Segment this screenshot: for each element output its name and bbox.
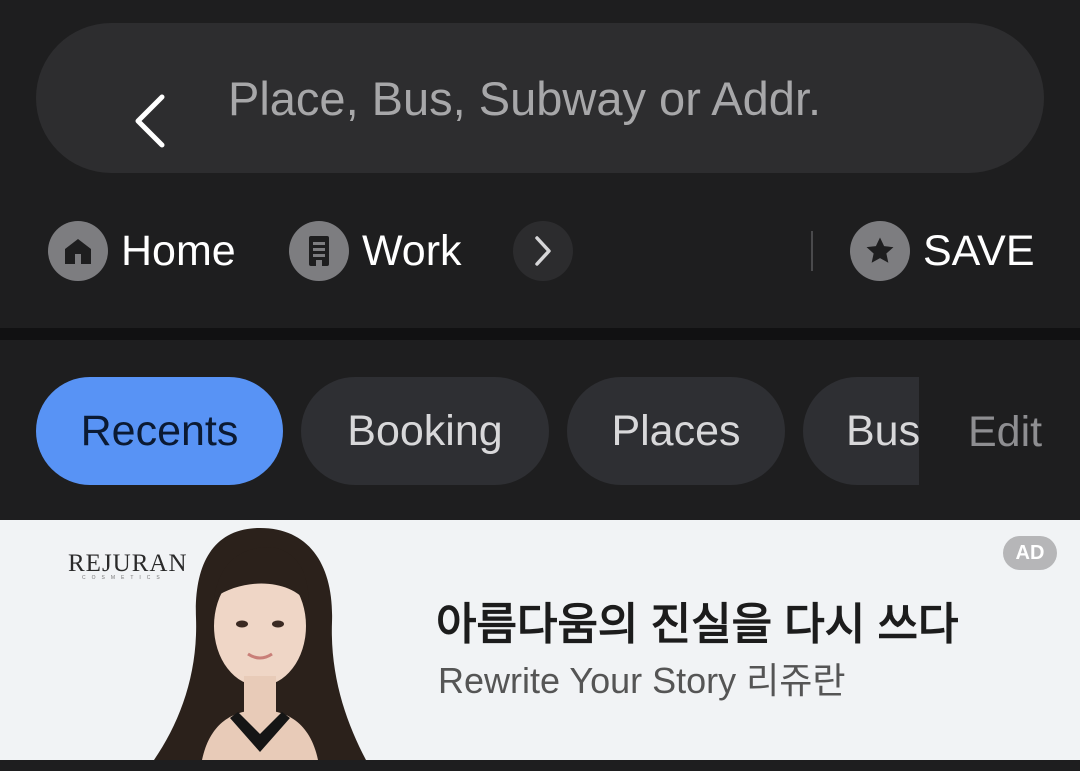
edit-button[interactable]: Edit (968, 408, 1042, 457)
home-icon (48, 221, 108, 281)
building-icon (289, 221, 349, 281)
category-tabs: Recents Booking Places Bus Edit (0, 340, 1080, 520)
work-label: Work (362, 226, 462, 275)
save-label: SAVE (923, 226, 1035, 275)
ad-subline: Rewrite Your Story 리쥬란 (438, 660, 846, 701)
more-shortcuts-button[interactable] (513, 221, 573, 281)
chevron-right-icon (535, 236, 551, 266)
tab-bus[interactable]: Bus (803, 377, 919, 485)
save-button[interactable]: SAVE (850, 220, 1035, 282)
tab-places[interactable]: Places (567, 377, 785, 485)
chevron-left-icon[interactable] (128, 93, 172, 149)
ad-badge: AD (1003, 536, 1057, 570)
tab-booking[interactable]: Booking (301, 377, 549, 485)
ad-banner[interactable]: REJURAN COSMETICS 아름다움의 진실을 다시 쓰다 Rewrit… (0, 520, 1080, 760)
search-bar[interactable] (36, 23, 1044, 173)
tab-recents[interactable]: Recents (36, 377, 283, 485)
divider (811, 231, 813, 271)
home-label: Home (121, 226, 236, 275)
ad-headline: 아름다움의 진실을 다시 쓰다 (436, 600, 959, 649)
bottom-edge (0, 760, 1080, 771)
top-panel: Home Work SAVE (0, 0, 1080, 328)
star-icon (850, 221, 910, 281)
tabs-scroll[interactable]: Recents Booking Places Bus (0, 377, 919, 485)
home-shortcut[interactable]: Home (48, 220, 236, 282)
section-divider (0, 328, 1080, 340)
ad-model-photo (154, 528, 366, 760)
search-input[interactable] (228, 63, 1008, 133)
work-shortcut[interactable]: Work (289, 220, 462, 282)
